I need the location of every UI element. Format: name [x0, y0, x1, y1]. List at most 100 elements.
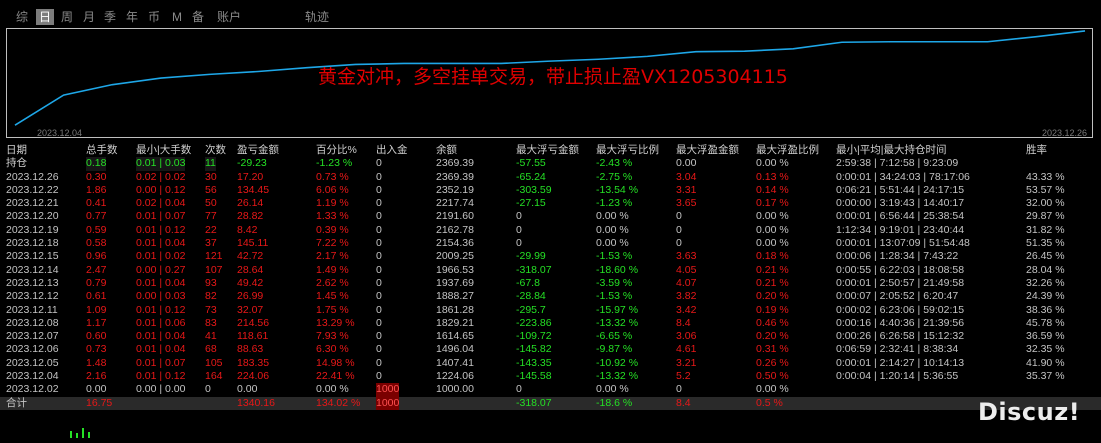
table-row[interactable]: 2023.12.11 1.09 0.01 | 0.12 73 32.07 1.75 % 0 1…	[0, 304, 1101, 317]
cell-deposit: 0	[376, 343, 382, 356]
cell-balance: 1829.21	[436, 316, 474, 329]
cell-max-float-loss-pct: -6.65 %	[596, 330, 633, 343]
cell-max-float-profit-pct: 0.00 %	[756, 210, 789, 223]
cell-balance: 2369.39	[436, 157, 474, 170]
table-row[interactable]: 2023.12.21 0.41 0.02 | 0.04 50 26.14 1.19 % 0 2…	[0, 197, 1101, 210]
cell-max-float-loss: -223.86	[516, 316, 552, 329]
tab-trajectory[interactable]: 轨迹	[305, 9, 329, 25]
cell-max-float-loss-pct: -13.32 %	[596, 370, 639, 383]
cell-deposit: 0	[376, 183, 382, 196]
cell-total-lots: 2.47	[86, 263, 107, 276]
cell-max-float-loss-pct: -13.32 %	[596, 316, 639, 329]
cell-total-lots: 1.86	[86, 183, 107, 196]
tab-account[interactable]: 账户	[217, 9, 241, 25]
tab-month[interactable]: 月	[83, 9, 95, 25]
cell-max-float-profit-pct: 0.31 %	[756, 343, 789, 356]
table-row[interactable]: 2023.12.20 0.77 0.01 | 0.07 77 28.82 1.33 % 0 2…	[0, 210, 1101, 223]
cell-date: 2023.12.12	[6, 290, 59, 303]
cell-deposit: 1000	[376, 383, 400, 397]
cell-percent: 6.06 %	[316, 183, 349, 196]
cell-pnl: 26.99	[237, 290, 264, 303]
tab-day[interactable]: 日	[36, 9, 55, 25]
table-row[interactable]: 2023.12.19 0.59 0.01 | 0.12 22 8.42 0.39 % 0 21…	[0, 224, 1101, 237]
cell-balance: 1407.41	[436, 356, 474, 369]
cell-max-float-loss: -145.58	[516, 370, 552, 383]
cell-max-float-profit: 3.04	[676, 170, 697, 183]
cell-count: 56	[205, 183, 217, 196]
cell-date: 2023.12.04	[6, 370, 59, 383]
cell-date: 2023.12.19	[6, 223, 59, 236]
cell-pnl: 224.06	[237, 370, 270, 383]
cell-max-float-profit-pct: 0.26 %	[756, 356, 789, 369]
table-row[interactable]: 2023.12.22 1.86 0.00 | 0.12 56 134.45 6.06 % 0…	[0, 184, 1101, 197]
cell-max-float-profit: 3.82	[676, 290, 697, 303]
cell-balance: 1861.28	[436, 303, 474, 316]
tab-note[interactable]: 备	[192, 9, 204, 25]
cell-deposit: 0	[376, 330, 382, 343]
cell-date: 2023.12.02	[6, 383, 59, 396]
cell-balance: 2369.39	[436, 170, 474, 183]
header-min-max-lots: 最小|大手数	[136, 144, 192, 156]
cell-min-max-lots: 0.01 | 0.06	[136, 316, 186, 329]
header-max-float-loss-pct: 最大浮亏比例	[596, 144, 659, 156]
cell-balance: 2162.78	[436, 223, 474, 236]
header-max-float-loss: 最大浮亏金额	[516, 144, 579, 156]
table-row[interactable]: 2023.12.12 0.61 0.00 | 0.03 82 26.99 1.45 % 0 1…	[0, 290, 1101, 303]
tab-currency[interactable]: 币	[148, 9, 160, 25]
table-row[interactable]: 2023.12.06 0.73 0.01 | 0.04 68 88.63 6.30 % 0 1…	[0, 343, 1101, 356]
cell-max-float-profit: 0.00	[676, 157, 697, 170]
cell-total-lots: 1.48	[86, 356, 107, 369]
header-deposit: 出入金	[376, 144, 408, 156]
tab-m[interactable]: M	[172, 9, 182, 25]
cell-max-float-profit: 8.4	[676, 396, 691, 409]
tab-week[interactable]: 周	[61, 9, 73, 25]
table-row[interactable]: 2023.12.15 0.96 0.01 | 0.02 121 42.72 2.17 % 0…	[0, 250, 1101, 263]
tab-quarter[interactable]: 季	[104, 9, 116, 25]
cell-pnl: 183.35	[237, 356, 270, 369]
table-row[interactable]: 2023.12.14 2.47 0.00 | 0.27 107 28.64 1.49 % 0…	[0, 264, 1101, 277]
cell-date: 2023.12.18	[6, 237, 59, 250]
cell-min-max-lots: 0.00 | 0.27	[136, 263, 186, 276]
cell-deposit: 0	[376, 370, 382, 383]
cell-deposit: 0	[376, 276, 382, 289]
cell-max-float-profit: 5.2	[676, 370, 691, 383]
table-row[interactable]: 2023.12.26 0.30 0.02 | 0.02 30 17.20 0.73 % 0 2…	[0, 171, 1101, 184]
chart-annotation: 黄金对冲，多空挂单交易，带止损止盈VX1205304115	[318, 66, 788, 88]
table-row[interactable]: 2023.12.18 0.58 0.01 | 0.04 37 145.11 7.22 % 0…	[0, 237, 1101, 250]
cell-deposit: 0	[376, 356, 382, 369]
cell-min-max-lots: 0.01 | 0.04	[136, 276, 186, 289]
cell-max-float-profit-pct: 0.21 %	[756, 263, 789, 276]
table-row[interactable]: 2023.12.13 0.79 0.01 | 0.04 93 49.42 2.62 % 0 1…	[0, 277, 1101, 290]
cell-date: 2023.12.22	[6, 183, 59, 196]
cell-hold-time: 2:59:38 | 7:12:58 | 9:23:09	[836, 157, 959, 170]
cell-date: 合计	[6, 396, 27, 409]
cell-max-float-loss: -65.24	[516, 170, 546, 183]
cell-hold-time: 0:00:07 | 2:05:52 | 6:20:47	[836, 290, 959, 303]
cell-min-max-lots: 0.01 | 0.12	[136, 223, 186, 236]
cell-date: 持仓	[6, 157, 27, 170]
cell-max-float-loss: 0	[516, 383, 522, 396]
cell-pnl: 17.20	[237, 170, 264, 183]
chart-start-date: 2023.12.04	[37, 128, 83, 138]
cell-total-lots: 0.30	[86, 170, 107, 183]
cell-count: 37	[205, 237, 217, 250]
cell-max-float-loss: -57.55	[516, 157, 546, 170]
table-row[interactable]: 2023.12.05 1.48 0.01 | 0.07 105 183.35 14.98 …	[0, 357, 1101, 370]
table-row[interactable]: 2023.12.04 2.16 0.01 | 0.12 164 224.06 22.41 …	[0, 370, 1101, 383]
cell-percent: 6.30 %	[316, 343, 349, 356]
cell-hold-time: 0:00:01 | 13:07:09 | 51:54:48	[836, 237, 970, 250]
cell-balance: 1614.65	[436, 330, 474, 343]
cell-count: 50	[205, 197, 217, 210]
tab-summary[interactable]: 综	[16, 9, 28, 25]
total-row[interactable]: 合计 16.75 1340.16 134.02 % 1000 -318.07 -18.6 %…	[0, 396, 1101, 410]
position-row[interactable]: 持仓 0.18 0.01 | 0.03 11 -29.23 -1.23 % 0 2369.39…	[0, 157, 1101, 171]
tab-year[interactable]: 年	[126, 9, 138, 25]
cell-count: 107	[205, 263, 223, 276]
cell-max-float-loss-pct: -13.54 %	[596, 183, 639, 196]
table-row[interactable]: 2023.12.07 0.60 0.01 | 0.04 41 118.61 7.93 % 0…	[0, 330, 1101, 343]
cell-win-rate: 32.26 %	[1026, 276, 1065, 289]
cell-max-float-profit: 0	[676, 383, 682, 396]
cell-hold-time: 0:06:59 | 2:32:41 | 8:38:34	[836, 343, 959, 356]
table-row[interactable]: 2023.12.08 1.17 0.01 | 0.06 83 214.56 13.29 %…	[0, 317, 1101, 330]
table-row[interactable]: 2023.12.02 0.00 0.00 | 0.00 0 0.00 0.00 % 1000…	[0, 383, 1101, 397]
